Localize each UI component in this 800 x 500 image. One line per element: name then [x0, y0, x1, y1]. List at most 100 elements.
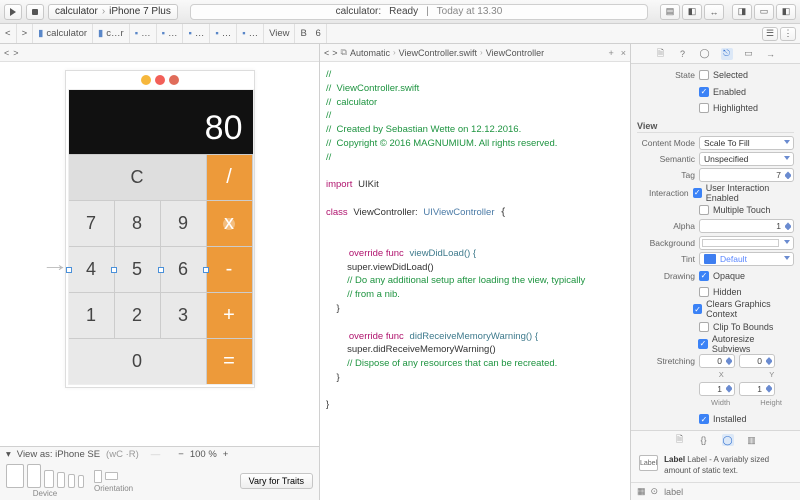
- autoresize-checkbox[interactable]: ✓: [698, 339, 708, 349]
- jb-item-1[interactable]: ▪…: [130, 24, 157, 43]
- jb-nav-back[interactable]: <: [0, 24, 17, 43]
- stop-button[interactable]: [26, 4, 44, 20]
- grid-view-icon[interactable]: ▦: [637, 486, 645, 497]
- hidden-checkbox[interactable]: [699, 287, 709, 297]
- disclosure-icon[interactable]: ▾: [6, 449, 11, 460]
- key-6[interactable]: 6: [161, 246, 207, 292]
- key-divide[interactable]: /: [207, 154, 253, 200]
- library-filter-text[interactable]: label: [664, 487, 683, 497]
- version-editor-button[interactable]: ↔: [704, 4, 724, 20]
- key-2[interactable]: 2: [115, 292, 161, 338]
- view-as-label[interactable]: View as: iPhone SE: [17, 449, 100, 460]
- device-option[interactable]: [78, 475, 84, 488]
- key-7[interactable]: 7: [69, 200, 115, 246]
- ib-canvas[interactable]: → 80 C / 7 8 9: [0, 62, 319, 446]
- zoom-out-button[interactable]: −: [178, 449, 184, 460]
- orientation-landscape[interactable]: [105, 472, 118, 480]
- highlighted-checkbox[interactable]: [699, 103, 709, 113]
- key-clear[interactable]: C: [69, 154, 207, 200]
- key-4[interactable]: 4: [69, 246, 115, 292]
- jb-item-2[interactable]: ▪…: [157, 24, 184, 43]
- key-multiply[interactable]: x: [207, 200, 253, 246]
- assistant-editor-button[interactable]: ◧: [682, 4, 702, 20]
- jb-item-5[interactable]: ▪…: [237, 24, 264, 43]
- ed-mode[interactable]: Automatic: [350, 48, 390, 58]
- jb-nav-fwd[interactable]: >: [17, 24, 34, 43]
- object-library-tab[interactable]: ◯: [722, 434, 734, 446]
- ed-file[interactable]: ViewController.swift: [399, 48, 477, 58]
- content-mode-select[interactable]: Scale To Fill: [699, 136, 794, 150]
- file-inspector-tab[interactable]: 🗎: [655, 48, 667, 60]
- key-3[interactable]: 3: [161, 292, 207, 338]
- installed-checkbox[interactable]: ✓: [699, 414, 709, 424]
- device-option[interactable]: [27, 464, 41, 488]
- key-8[interactable]: 8: [115, 200, 161, 246]
- device-picker[interactable]: [6, 464, 84, 488]
- filter-icon[interactable]: ⊙: [651, 486, 659, 497]
- media-library-tab[interactable]: ▥: [746, 434, 758, 446]
- connections-inspector-tab[interactable]: →: [765, 48, 777, 60]
- scheme-selector[interactable]: calculator › iPhone 7 Plus: [48, 4, 178, 20]
- device-option[interactable]: [57, 472, 65, 488]
- source-editor[interactable]: // // ViewController.swift // calculator…: [320, 62, 630, 500]
- ed-fwd[interactable]: >: [332, 48, 337, 58]
- toggle-inspector-button[interactable]: ◧: [776, 4, 796, 20]
- device-option[interactable]: [6, 464, 24, 488]
- opaque-checkbox[interactable]: ✓: [699, 271, 709, 281]
- device-option[interactable]: [44, 470, 54, 488]
- jb-folder[interactable]: ▮c…r: [93, 24, 130, 43]
- enabled-checkbox[interactable]: ✓: [699, 87, 709, 97]
- stretch-y-field[interactable]: 0: [739, 354, 775, 368]
- jb-b[interactable]: B 6: [295, 24, 326, 43]
- key-add[interactable]: +: [207, 292, 253, 338]
- uie-checkbox[interactable]: ✓: [693, 188, 702, 198]
- library-item-label[interactable]: Label Label Label - A variably sized amo…: [631, 449, 800, 482]
- stretch-x-field[interactable]: 0: [699, 354, 735, 368]
- key-0[interactable]: 0: [69, 338, 207, 384]
- orientation-portrait[interactable]: [94, 470, 102, 483]
- jb-item-3[interactable]: ▪…: [183, 24, 210, 43]
- alpha-field[interactable]: 1: [699, 219, 794, 233]
- key-equals[interactable]: =: [207, 338, 253, 384]
- cgc-checkbox[interactable]: ✓: [693, 304, 702, 314]
- ed-back[interactable]: <: [324, 48, 329, 58]
- standard-editor-button[interactable]: ▤: [660, 4, 680, 20]
- key-9[interactable]: 9: [161, 200, 207, 246]
- run-button[interactable]: [4, 4, 22, 20]
- file-template-tab[interactable]: 🗎: [674, 434, 686, 446]
- ib-fwd[interactable]: >: [13, 48, 18, 58]
- attributes-inspector-tab[interactable]: ⎋: [721, 48, 733, 60]
- outline-toggle-button[interactable]: ☰: [762, 27, 778, 41]
- size-inspector-tab[interactable]: ▭: [743, 48, 755, 60]
- multitouch-checkbox[interactable]: [699, 205, 709, 215]
- jb-item-4[interactable]: ▪…: [210, 24, 237, 43]
- jb-project[interactable]: ▮calculator: [33, 24, 93, 43]
- device-option[interactable]: [68, 474, 75, 488]
- stretch-h-field[interactable]: 1: [739, 382, 775, 396]
- toggle-debug-button[interactable]: ▭: [754, 4, 774, 20]
- scene-frame[interactable]: 80 C / 7 8 9 x 4 5 6 - 1: [65, 70, 255, 388]
- tag-field[interactable]: 7: [699, 168, 794, 182]
- zoom-in-button[interactable]: +: [223, 449, 229, 460]
- ctb-checkbox[interactable]: [699, 322, 709, 332]
- ib-back[interactable]: <: [4, 48, 9, 58]
- close-assistant-button[interactable]: ×: [621, 48, 626, 58]
- key-subtract[interactable]: -: [207, 246, 253, 292]
- add-assistant-button[interactable]: +: [608, 48, 613, 58]
- background-color-select[interactable]: [699, 236, 794, 250]
- vary-for-traits-button[interactable]: Vary for Traits: [240, 473, 313, 489]
- orientation-picker[interactable]: [94, 470, 133, 483]
- identity-inspector-tab[interactable]: ◯: [699, 48, 711, 60]
- code-snippet-tab[interactable]: {}: [698, 434, 710, 446]
- jb-view[interactable]: View: [264, 24, 295, 43]
- stretch-w-field[interactable]: 1: [699, 382, 735, 396]
- semantic-select[interactable]: Unspecified: [699, 152, 794, 166]
- tint-select[interactable]: Default: [699, 252, 794, 266]
- ed-symbol[interactable]: ViewController: [486, 48, 544, 58]
- key-1[interactable]: 1: [69, 292, 115, 338]
- adjust-button[interactable]: ⋮: [780, 27, 796, 41]
- toggle-navigator-button[interactable]: ◨: [732, 4, 752, 20]
- help-inspector-tab[interactable]: ?: [677, 48, 689, 60]
- selected-checkbox[interactable]: [699, 70, 709, 80]
- key-5[interactable]: 5: [115, 246, 161, 292]
